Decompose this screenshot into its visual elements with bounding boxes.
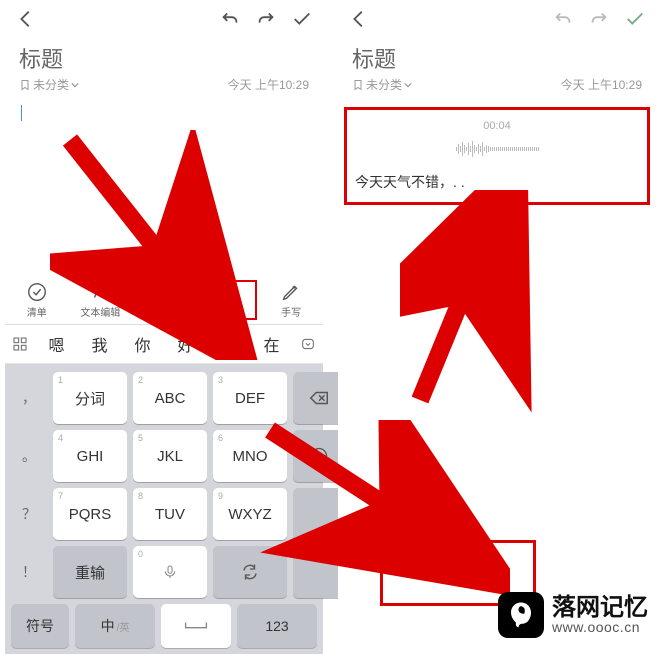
voice-note-card[interactable]: 00:04 今天天气不错，. . <box>344 107 650 205</box>
tool-image[interactable]: 图片 <box>136 281 192 319</box>
key-mno[interactable]: 6MNO <box>213 430 287 482</box>
key-fenci[interactable]: 1分词 <box>53 372 127 424</box>
suggestion-word[interactable]: 你 <box>121 332 164 356</box>
suggestion-word[interactable]: 我 <box>78 332 121 356</box>
tool-textedit[interactable]: 文本编辑 <box>72 281 128 319</box>
key-pqrs[interactable]: 7PQRS <box>53 488 127 540</box>
note-title[interactable]: 标题 <box>5 42 323 74</box>
tool-voice[interactable]: 语音 <box>200 281 256 319</box>
watermark-logo-icon <box>498 592 544 638</box>
key-space-mic[interactable]: 0 <box>133 546 207 598</box>
category-selector[interactable]: 未分类 <box>19 76 79 93</box>
top-bar <box>5 0 323 38</box>
key-abc[interactable]: 2ABC <box>133 372 207 424</box>
keyboard: ， 1分词 2ABC 3DEF 。 4GHI 5JKL 6MNO ？ 7PQRS… <box>5 364 323 654</box>
category-label: 未分类 <box>33 76 69 93</box>
meta-row: 未分类 今天 上午10:29 <box>338 74 656 101</box>
redo-icon[interactable] <box>588 8 610 30</box>
voice-duration: 00:04 <box>355 120 639 132</box>
key-ghi[interactable]: 4GHI <box>53 430 127 482</box>
key-language[interactable]: 中/英 <box>75 604 155 648</box>
key-numbers[interactable]: 123 <box>237 604 317 648</box>
back-icon[interactable] <box>348 8 370 30</box>
suggestion-word[interactable]: 嗯 <box>35 332 78 356</box>
key-def[interactable]: 3DEF <box>213 372 287 424</box>
chevron-down-icon <box>404 81 412 89</box>
tool-checklist[interactable]: 清单 <box>9 281 65 319</box>
confirm-icon[interactable] <box>624 8 646 30</box>
microphone-icon <box>217 281 239 303</box>
key-jkl[interactable]: 5JKL <box>133 430 207 482</box>
key-tuv[interactable]: 8TUV <box>133 488 207 540</box>
suggestion-word[interactable]: 好 <box>164 332 207 356</box>
meta-row: 未分类 今天 上午10:29 <box>5 74 323 101</box>
waveform-icon <box>355 138 639 160</box>
watermark-url: www.oooc.cn <box>552 620 648 635</box>
keyboard-menu-icon[interactable] <box>5 336 35 352</box>
voice-transcript: 今天天气不错，. . <box>355 172 639 192</box>
key-reword[interactable]: 重输 <box>53 546 127 598</box>
key-retype[interactable] <box>213 546 287 598</box>
undo-icon[interactable] <box>552 8 574 30</box>
key-symbols[interactable]: 符号 <box>11 604 69 648</box>
watermark-title: 落网记忆 <box>552 595 648 620</box>
key-period[interactable]: 。 <box>11 430 47 482</box>
back-icon[interactable] <box>15 8 37 30</box>
top-bar <box>338 0 656 38</box>
phone-left: 标题 未分类 今天 上午10:29 清单 文本编辑 <box>5 0 323 654</box>
confirm-icon[interactable] <box>291 8 313 30</box>
key-wxyz[interactable]: 9WXYZ <box>213 488 287 540</box>
key-comma[interactable]: ， <box>11 372 47 424</box>
timestamp: 今天 上午10:29 <box>228 76 309 93</box>
category-label: 未分类 <box>366 76 402 93</box>
suggestion-word[interactable]: 哦 <box>207 332 250 356</box>
category-selector[interactable]: 未分类 <box>352 76 412 93</box>
note-title[interactable]: 标题 <box>338 42 656 74</box>
suggestion-bar: 嗯 我 你 好 哦 在 <box>5 325 323 364</box>
text-cursor <box>21 105 22 121</box>
redo-icon[interactable] <box>255 8 277 30</box>
timestamp: 今天 上午10:29 <box>561 76 642 93</box>
key-space[interactable] <box>161 604 231 648</box>
key-question[interactable]: ？ <box>11 488 47 540</box>
editor-toolbar: 清单 文本编辑 图片 语音 手写 <box>5 276 323 325</box>
key-exclaim[interactable]: ！ <box>11 546 47 598</box>
tool-handwrite[interactable]: 手写 <box>263 281 319 319</box>
watermark: 落网记忆 www.oooc.cn <box>498 592 648 638</box>
suggestion-word[interactable]: 在 <box>250 332 293 356</box>
chevron-down-icon <box>71 81 79 89</box>
expand-suggestions-icon[interactable] <box>293 336 323 352</box>
undo-icon[interactable] <box>219 8 241 30</box>
